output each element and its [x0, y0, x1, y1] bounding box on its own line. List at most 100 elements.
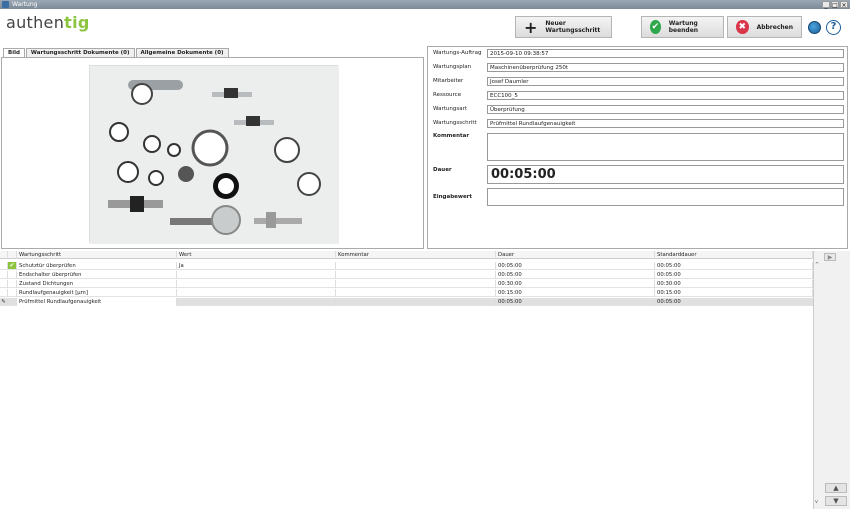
- cell-value[interactable]: [177, 289, 336, 297]
- row-indicator: [0, 280, 8, 288]
- logo-prefix: authen: [6, 13, 65, 32]
- cell-standard-duration[interactable]: 00:05:00: [655, 271, 813, 279]
- step-detail-panel: Wartungs-Auftrag 2015-09-10 09:38:57 War…: [427, 46, 848, 249]
- order-field[interactable]: 2015-09-10 09:38:57: [487, 49, 844, 58]
- row-indicator: [0, 262, 8, 270]
- header-duration[interactable]: Dauer: [496, 251, 655, 259]
- employee-field[interactable]: Josef Daumler: [487, 77, 844, 86]
- header-step[interactable]: Wartungsschritt: [17, 251, 177, 259]
- maximize-button[interactable]: □: [831, 1, 839, 9]
- table-row-selected[interactable]: ✎ Prüfmittel Rundlaufgenauigkeit 00:05:0…: [0, 298, 813, 306]
- employee-label: Mitarbeiter: [433, 78, 464, 84]
- tab-general-documents[interactable]: Allgemeine Dokumente (0): [135, 48, 229, 57]
- row-status: ✔: [8, 262, 17, 270]
- cell-value[interactable]: [177, 271, 336, 279]
- globe-icon[interactable]: [808, 21, 821, 34]
- cell-standard-duration[interactable]: 00:05:00: [655, 298, 813, 306]
- cell-step[interactable]: Prüfmittel Rundlaufgenauigkeit: [17, 298, 177, 306]
- cell-step[interactable]: Schutztür überprüfen: [17, 262, 177, 270]
- type-field[interactable]: Überprüfung: [487, 105, 844, 114]
- cell-comment[interactable]: [336, 298, 496, 306]
- help-icon[interactable]: ?: [826, 20, 841, 35]
- table-row[interactable]: Endschalter überprüfen 00:05:00 00:05:00: [0, 271, 813, 279]
- resource-label: Ressource: [433, 92, 462, 98]
- tab-strip: Bild Wartungsschritt Dokumente (0) Allge…: [3, 48, 230, 57]
- checkmark-icon: ✔: [650, 20, 661, 34]
- cell-duration[interactable]: 00:05:00: [496, 262, 655, 270]
- image-panel: [1, 57, 424, 249]
- tab-image[interactable]: Bild: [3, 48, 25, 57]
- row-status: [8, 298, 17, 306]
- grid-scroll-down-icon[interactable]: v: [815, 499, 818, 505]
- side-column: [813, 251, 850, 509]
- row-status: [8, 289, 17, 297]
- header-comment[interactable]: Kommentar: [336, 251, 496, 259]
- new-step-button[interactable]: + Neuer Wartungsschritt: [515, 16, 612, 38]
- comment-field[interactable]: [487, 133, 844, 161]
- cell-standard-duration[interactable]: 00:30:00: [655, 280, 813, 288]
- header-standard-duration[interactable]: Standarddauer: [655, 251, 813, 259]
- header-value[interactable]: Wert: [177, 251, 336, 259]
- app-icon: [2, 1, 9, 8]
- window-title: Wartung: [12, 1, 38, 8]
- step-label: Wartungsschritt: [433, 120, 477, 126]
- row-status: [8, 271, 17, 279]
- table-row[interactable]: Zustand Dichtungen 00:30:00 00:30:00: [0, 280, 813, 288]
- cell-step[interactable]: Rundlaufgenauigkeit [µm]: [17, 289, 177, 297]
- input-value-label: Eingabewert: [433, 194, 473, 200]
- grid-scroll-up-icon[interactable]: ^: [815, 262, 819, 268]
- duration-field[interactable]: 00:05:00: [487, 165, 844, 184]
- cell-step[interactable]: Endschalter überprüfen: [17, 271, 177, 279]
- table-row[interactable]: Rundlaufgenauigkeit [µm] 00:15:00 00:15:…: [0, 289, 813, 297]
- order-label: Wartungs-Auftrag: [433, 50, 482, 56]
- plus-icon: +: [524, 17, 538, 37]
- cell-comment[interactable]: [336, 262, 496, 270]
- table-header: Wartungsschritt Wert Kommentar Dauer Sta…: [0, 251, 813, 259]
- cell-value[interactable]: Ja: [177, 262, 336, 270]
- move-down-button[interactable]: ▼: [825, 496, 847, 506]
- play-icon[interactable]: ▶: [824, 253, 836, 261]
- cell-duration[interactable]: 00:15:00: [496, 289, 655, 297]
- cell-comment[interactable]: [336, 280, 496, 288]
- cancel-icon: ✖: [736, 20, 749, 34]
- window-controls: _ □ ×: [822, 1, 848, 9]
- cell-step[interactable]: Zustand Dichtungen: [17, 280, 177, 288]
- type-label: Wartungsart: [433, 106, 467, 112]
- finish-maintenance-button[interactable]: ✔ Wartung beenden: [641, 16, 724, 38]
- move-up-button[interactable]: ▲: [825, 483, 847, 493]
- tab-step-documents[interactable]: Wartungsschritt Dokumente (0): [25, 48, 135, 57]
- cell-standard-duration[interactable]: 00:05:00: [655, 262, 813, 270]
- check-icon: ✔: [8, 262, 16, 269]
- input-value-field[interactable]: [487, 188, 844, 206]
- cancel-label: Abbrechen: [756, 23, 793, 31]
- logo: authentig: [6, 13, 90, 32]
- resource-field[interactable]: ECC100_5: [487, 91, 844, 100]
- minimize-button[interactable]: _: [822, 1, 830, 9]
- row-indicator: [0, 289, 8, 297]
- cell-comment[interactable]: [336, 271, 496, 279]
- row-status: [8, 280, 17, 288]
- header-indicator: [0, 251, 8, 259]
- cell-duration[interactable]: 00:05:00: [496, 271, 655, 279]
- plan-field[interactable]: Maschinenüberprüfung 250t: [487, 63, 844, 72]
- cell-standard-duration[interactable]: 00:15:00: [655, 289, 813, 297]
- logo-suffix: tig: [64, 13, 90, 32]
- title-bar: Wartung _ □ ×: [0, 0, 850, 9]
- cell-value[interactable]: [177, 280, 336, 288]
- row-indicator: [0, 271, 8, 279]
- duration-label: Dauer: [433, 167, 452, 173]
- plan-label: Wartungsplan: [433, 64, 472, 70]
- cell-duration[interactable]: 00:05:00: [496, 298, 655, 306]
- header-status: [8, 251, 17, 259]
- instruments-illustration: [90, 66, 339, 244]
- steps-table: Wartungsschritt Wert Kommentar Dauer Sta…: [0, 251, 813, 509]
- step-field[interactable]: Prüfmittel Rundlaufgenauigkeit: [487, 119, 844, 128]
- cancel-button[interactable]: ✖ Abbrechen: [727, 16, 802, 38]
- cell-value[interactable]: [177, 298, 336, 306]
- table-row[interactable]: ✔ Schutztür überprüfen Ja 00:05:00 00:05…: [0, 262, 813, 270]
- cell-comment[interactable]: [336, 289, 496, 297]
- close-button[interactable]: ×: [840, 1, 848, 9]
- new-step-label: Neuer Wartungsschritt: [545, 20, 601, 34]
- cell-duration[interactable]: 00:30:00: [496, 280, 655, 288]
- measuring-instruments-photo: [89, 65, 339, 244]
